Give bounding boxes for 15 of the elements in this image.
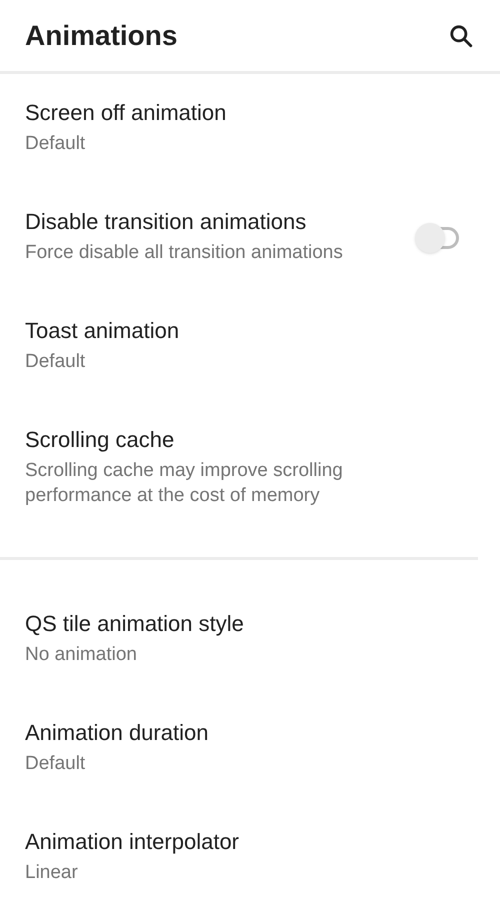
setting-title: Screen off animation bbox=[25, 101, 228, 125]
setting-title: Toast animation bbox=[25, 319, 180, 343]
setting-summary: Linear bbox=[25, 861, 79, 885]
setting-summary: Scrolling cache may improve scrolling performance at the cost of memory bbox=[25, 459, 344, 508]
setting-title: Disable transition animations bbox=[25, 210, 308, 234]
setting-title: QS tile animation style bbox=[25, 612, 245, 636]
setting-title: Scrolling cache bbox=[25, 428, 176, 452]
setting-summary: No animation bbox=[25, 643, 138, 667]
setting-title: Animation interpolator bbox=[25, 830, 240, 854]
page-title: Animations bbox=[25, 18, 178, 52]
setting-summary: Force disable all transition animations bbox=[25, 241, 344, 265]
setting-summary: Default bbox=[25, 132, 86, 156]
setting-summary: Default bbox=[25, 752, 86, 776]
setting-title: Animation duration bbox=[25, 721, 210, 745]
setting-summary: Default bbox=[25, 350, 86, 374]
